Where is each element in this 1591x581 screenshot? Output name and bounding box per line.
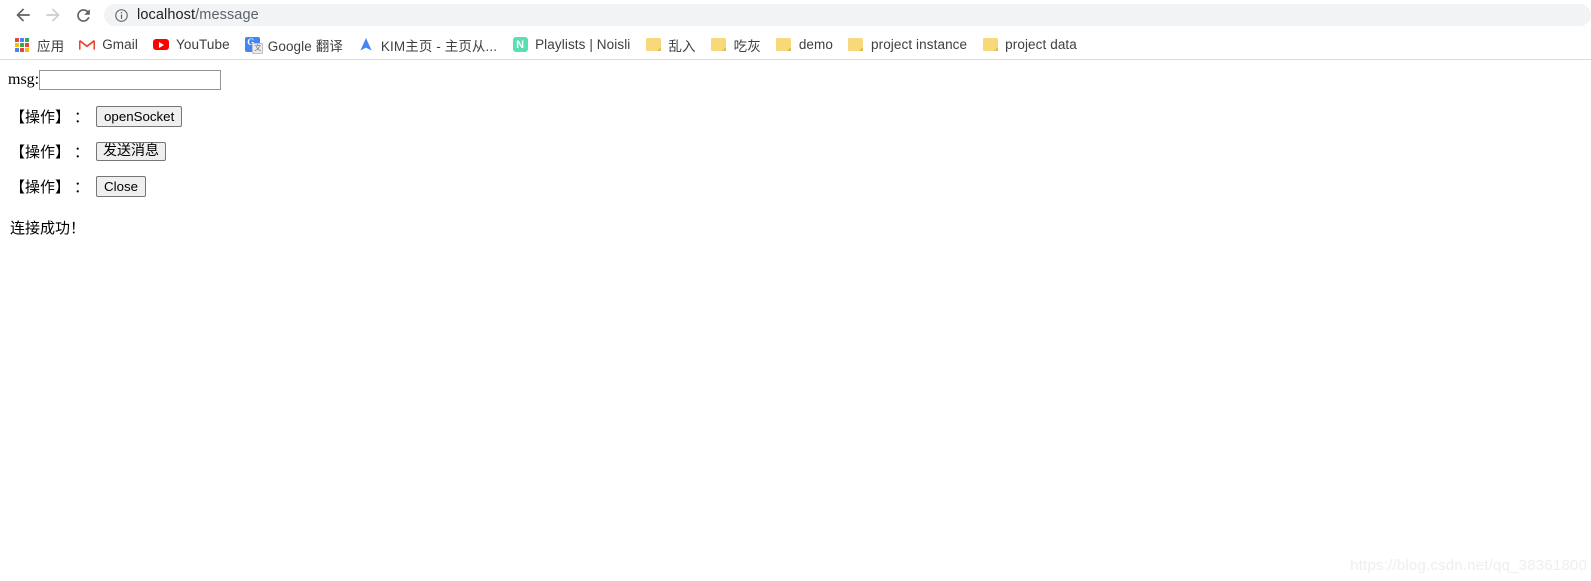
bookmark-noisli[interactable]: N Playlists | Noisli: [505, 33, 637, 57]
folder-icon: [645, 37, 661, 53]
bookmark-folder-luanru[interactable]: 乱入: [638, 33, 702, 57]
bookmark-label: Google 翻译: [267, 38, 343, 54]
browser-chrome: localhost/message 应用 Gmail YouTube G 文 G…: [0, 0, 1591, 60]
bookmark-label: KIM主页 - 主页从...: [380, 38, 498, 54]
google-translate-icon: G文: [245, 37, 264, 54]
send-message-button[interactable]: 发送消息: [96, 142, 167, 161]
bookmark-label: 应用: [37, 38, 65, 54]
kim-icon: [358, 37, 374, 53]
url-host: localhost: [137, 7, 196, 23]
address-bar-url: localhost/message: [137, 7, 259, 23]
kim-triangle-icon: [360, 38, 372, 51]
reload-button[interactable]: [68, 0, 98, 30]
msg-row: msg:: [8, 68, 1591, 92]
close-button[interactable]: Close: [96, 176, 147, 197]
info-circle-icon: [115, 8, 128, 22]
bookmark-label: project data: [1005, 37, 1077, 52]
bookmark-label: Gmail: [102, 37, 138, 52]
page-content: msg: 【操作】 ： openSocket 【操作】 ： 发送消息 【操作】 …: [0, 60, 1591, 580]
operation-label: 【操作】: [10, 145, 71, 161]
operation-label: 【操作】: [10, 180, 71, 196]
bookmarks-bar: 应用 Gmail YouTube G文 Google 翻译 KIM主页 - 主页…: [0, 30, 1591, 60]
back-arrow-icon: [16, 8, 30, 22]
bookmark-folder-demo[interactable]: demo: [769, 33, 840, 57]
operation-colon: ：: [74, 110, 90, 126]
bookmark-folder-project-data[interactable]: project data: [975, 33, 1084, 57]
bookmark-folder-chihui[interactable]: 吃灰: [704, 33, 768, 57]
bookmark-label: project instance: [870, 37, 968, 52]
bookmark-label: YouTube: [175, 37, 230, 52]
apps-grid-icon: [14, 37, 30, 53]
bookmark-gmail[interactable]: Gmail: [72, 33, 145, 57]
bookmark-label: 吃灰: [733, 38, 761, 54]
gmail-envelope-icon: [79, 39, 96, 50]
operation-colon: ：: [74, 145, 90, 161]
reload-icon: [76, 8, 90, 22]
operation-row-send-message: 【操作】 ： 发送消息: [8, 141, 1591, 162]
folder-icon: [848, 37, 864, 53]
connection-status-text: 连接成功！: [10, 221, 86, 237]
forward-arrow-icon: [46, 8, 60, 22]
browser-toolbar: localhost/message: [0, 0, 1591, 30]
operation-label: 【操作】: [10, 110, 71, 126]
folder-icon: [982, 37, 998, 53]
noisli-icon: N: [512, 37, 528, 53]
youtube-icon: [152, 37, 169, 53]
operation-colon: ：: [74, 180, 90, 196]
bookmark-youtube[interactable]: YouTube: [146, 33, 237, 57]
forward-button[interactable]: [38, 0, 68, 30]
address-bar[interactable]: localhost/message: [104, 4, 1591, 26]
bookmark-label: 乱入: [668, 38, 696, 54]
folder-icon: [776, 37, 792, 53]
bookmark-label: demo: [798, 37, 833, 52]
bookmark-google-translate[interactable]: G文 Google 翻译: [238, 33, 350, 57]
operation-row-close: 【操作】 ： Close: [8, 176, 1591, 197]
msg-label: msg:: [8, 71, 40, 88]
operation-row-open-socket: 【操作】 ： openSocket: [8, 106, 1591, 127]
url-path: /message: [195, 7, 259, 23]
folder-icon: [711, 37, 727, 53]
watermark: https://blog.csdn.net/qq_38361800: [1350, 557, 1587, 574]
back-button[interactable]: [8, 0, 38, 30]
msg-input[interactable]: [39, 70, 222, 90]
bookmark-apps[interactable]: 应用: [7, 33, 71, 57]
bookmark-kim[interactable]: KIM主页 - 主页从...: [351, 33, 504, 57]
bookmark-label: Playlists | Noisli: [535, 37, 631, 52]
open-socket-button[interactable]: openSocket: [96, 106, 183, 127]
site-info-icon[interactable]: [114, 8, 129, 23]
gmail-icon: [79, 37, 96, 53]
bookmark-folder-project-instance[interactable]: project instance: [841, 33, 974, 57]
